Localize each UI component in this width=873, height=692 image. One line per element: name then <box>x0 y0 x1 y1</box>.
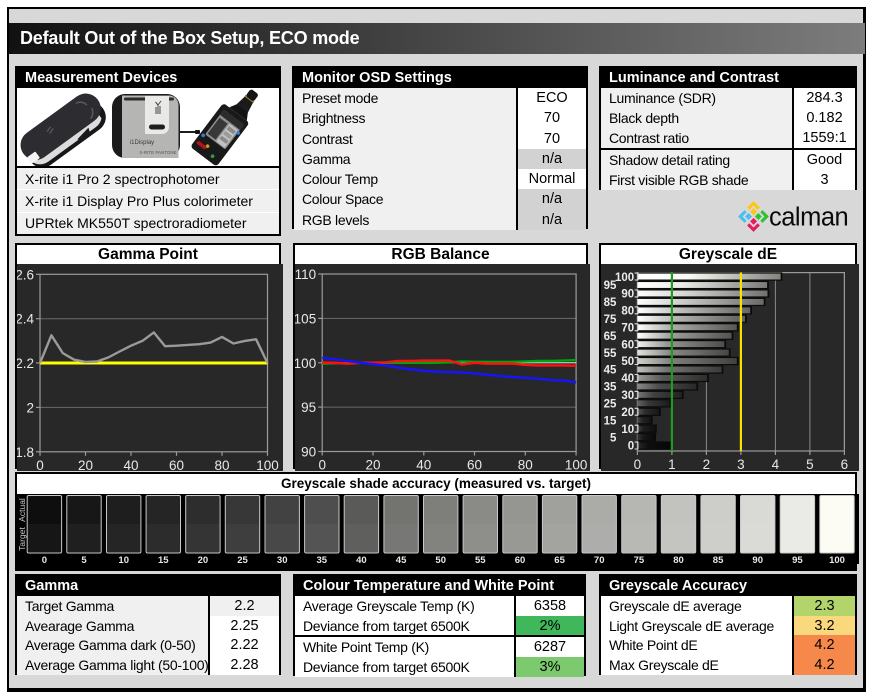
svg-text:105: 105 <box>295 311 316 326</box>
svg-text:50: 50 <box>435 555 446 564</box>
svg-text:55: 55 <box>604 348 617 360</box>
svg-text:80: 80 <box>673 555 684 564</box>
svg-text:6: 6 <box>841 457 849 471</box>
svg-text:4: 4 <box>772 457 780 471</box>
svg-text:90: 90 <box>621 289 634 301</box>
svg-text:100: 100 <box>565 458 588 472</box>
svg-text:80: 80 <box>214 458 229 471</box>
svg-text:60: 60 <box>621 339 634 351</box>
svg-text:5: 5 <box>806 457 814 471</box>
svg-text:calman: calman <box>769 204 848 232</box>
svg-text:45: 45 <box>396 555 407 564</box>
svg-text:45: 45 <box>604 365 617 377</box>
svg-text:20: 20 <box>78 458 93 471</box>
svg-text:60: 60 <box>467 458 482 472</box>
svg-text:40: 40 <box>356 555 367 564</box>
svg-text:35: 35 <box>604 382 617 394</box>
svg-text:90: 90 <box>301 445 316 460</box>
svg-text:5: 5 <box>81 555 87 564</box>
svg-text:85: 85 <box>713 555 724 564</box>
svg-text:2.6: 2.6 <box>17 267 34 282</box>
svg-text:20: 20 <box>365 458 380 472</box>
svg-text:5: 5 <box>610 432 617 444</box>
svg-text:0: 0 <box>36 458 44 471</box>
svg-text:100: 100 <box>829 555 845 564</box>
svg-text:2: 2 <box>26 400 34 415</box>
svg-text:90: 90 <box>752 555 763 564</box>
svg-text:95: 95 <box>792 555 803 564</box>
svg-text:25: 25 <box>604 399 617 411</box>
svg-text:15: 15 <box>604 415 617 427</box>
svg-text:0: 0 <box>628 441 634 453</box>
svg-text:X-RITE PANTONE: X-RITE PANTONE <box>139 150 176 155</box>
svg-text:1.8: 1.8 <box>17 445 34 460</box>
svg-text:20: 20 <box>198 555 209 564</box>
svg-text:20: 20 <box>621 407 634 419</box>
svg-text:Target: Target <box>17 527 27 551</box>
svg-text:i1Display: i1Display <box>130 140 154 146</box>
svg-text:100: 100 <box>615 272 634 284</box>
svg-text:30: 30 <box>621 390 634 402</box>
svg-text:65: 65 <box>604 331 617 343</box>
svg-text:75: 75 <box>604 314 617 326</box>
svg-text:40: 40 <box>416 458 431 472</box>
svg-text:35: 35 <box>317 555 328 564</box>
svg-text:0: 0 <box>42 555 47 564</box>
svg-text:70: 70 <box>594 555 605 564</box>
svg-text:55: 55 <box>475 555 486 564</box>
svg-text:2.4: 2.4 <box>17 312 34 327</box>
svg-text:95: 95 <box>604 280 617 292</box>
svg-text:3: 3 <box>737 457 745 471</box>
svg-text:40: 40 <box>621 373 634 385</box>
svg-text:80: 80 <box>518 458 533 472</box>
svg-text:50: 50 <box>621 356 634 368</box>
svg-text:85: 85 <box>604 297 617 309</box>
svg-text:100: 100 <box>295 356 316 371</box>
svg-text:15: 15 <box>158 555 169 564</box>
svg-text:75: 75 <box>634 555 645 564</box>
svg-text:110: 110 <box>295 267 316 282</box>
svg-text:10: 10 <box>118 555 129 564</box>
svg-text:30: 30 <box>277 555 288 564</box>
svg-text:80: 80 <box>621 306 634 318</box>
svg-text:10: 10 <box>621 424 634 436</box>
svg-text:2: 2 <box>703 457 711 471</box>
svg-text:40: 40 <box>123 458 138 471</box>
svg-text:95: 95 <box>301 400 316 415</box>
svg-text:60: 60 <box>515 555 526 564</box>
svg-text:60: 60 <box>169 458 184 471</box>
svg-text:Actual: Actual <box>17 498 27 522</box>
svg-text:70: 70 <box>621 323 634 335</box>
svg-text:25: 25 <box>237 555 248 564</box>
svg-text:100: 100 <box>256 458 279 471</box>
svg-text:2.2: 2.2 <box>17 356 34 371</box>
svg-text:0: 0 <box>634 457 642 471</box>
svg-text:65: 65 <box>554 555 565 564</box>
svg-text:1: 1 <box>668 457 676 471</box>
svg-text:0: 0 <box>318 458 326 472</box>
